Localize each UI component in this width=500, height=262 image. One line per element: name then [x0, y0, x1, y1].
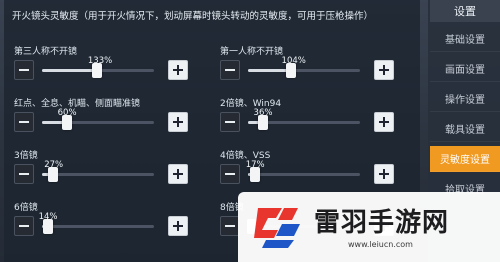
watermark-url: www.leiucn.com — [348, 240, 413, 249]
slider-track[interactable] — [42, 225, 154, 228]
watermark-logo-icon — [254, 208, 300, 248]
plus-icon-vertical — [177, 117, 179, 127]
decrease-button[interactable] — [220, 112, 240, 132]
increase-button[interactable] — [374, 112, 394, 132]
plus-icon-vertical — [383, 117, 385, 127]
sidebar-item[interactable]: 载具设置 — [430, 116, 500, 142]
minus-icon — [19, 121, 29, 123]
slider-track[interactable] — [42, 121, 154, 124]
slider-value: 104% — [281, 56, 306, 66]
slider-track[interactable] — [248, 173, 360, 176]
plus-icon-vertical — [177, 65, 179, 75]
decrease-button[interactable] — [220, 216, 240, 236]
sidebar-item[interactable]: 基础设置 — [430, 26, 500, 52]
slider-fill — [248, 69, 291, 72]
sidebar-item[interactable]: 操作设置 — [430, 86, 500, 112]
slider-value: 17% — [245, 160, 265, 170]
slider-value: 27% — [44, 160, 64, 170]
increase-button[interactable] — [168, 60, 188, 80]
plus-icon-vertical — [177, 169, 179, 179]
increase-button[interactable] — [374, 164, 394, 184]
sidebar-item[interactable]: 灵敏度设置 — [430, 146, 500, 172]
slider-fill — [42, 69, 97, 72]
slider-label: 第一人称不开镜 — [220, 47, 284, 57]
minus-icon — [19, 225, 29, 227]
sidebar-item[interactable]: 画面设置 — [430, 56, 500, 82]
minus-icon — [225, 225, 235, 227]
slider-value: 36% — [253, 108, 273, 118]
section-header: 开火镜头灵敏度（用于开火情况下，划动屏幕时镜头转动的灵敏度，可用于压枪操作） — [12, 11, 374, 22]
minus-icon — [19, 173, 29, 175]
minus-icon — [225, 173, 235, 175]
slider-label: 红点、全息、机瞄、侧面瞄准镜 — [14, 99, 141, 109]
increase-button[interactable] — [168, 216, 188, 236]
decrease-button[interactable] — [14, 112, 34, 132]
slider-value: 14% — [38, 212, 58, 222]
decrease-button[interactable] — [220, 60, 240, 80]
slider-label: 3倍镜 — [14, 151, 38, 161]
minus-icon — [19, 69, 29, 71]
minus-icon — [225, 69, 235, 71]
increase-button[interactable] — [168, 112, 188, 132]
watermark-brand: 雷羽手游网 — [314, 208, 450, 238]
slider-value: 60% — [57, 108, 77, 118]
slider-label: 6倍镜 — [14, 203, 38, 213]
decrease-button[interactable] — [14, 60, 34, 80]
plus-icon-vertical — [177, 221, 179, 231]
decrease-button[interactable] — [220, 164, 240, 184]
decrease-button[interactable] — [14, 164, 34, 184]
slider-track[interactable] — [248, 69, 360, 72]
plus-icon-vertical — [383, 65, 385, 75]
sidebar-title: 设置 — [430, 0, 500, 22]
increase-button[interactable] — [168, 164, 188, 184]
slider-value: 133% — [87, 56, 113, 66]
minus-icon — [225, 121, 235, 123]
slider-label: 第三人称不开镜 — [14, 47, 78, 57]
slider-track[interactable] — [42, 173, 154, 176]
increase-button[interactable] — [374, 60, 394, 80]
plus-icon-vertical — [383, 169, 385, 179]
decrease-button[interactable] — [14, 216, 34, 236]
